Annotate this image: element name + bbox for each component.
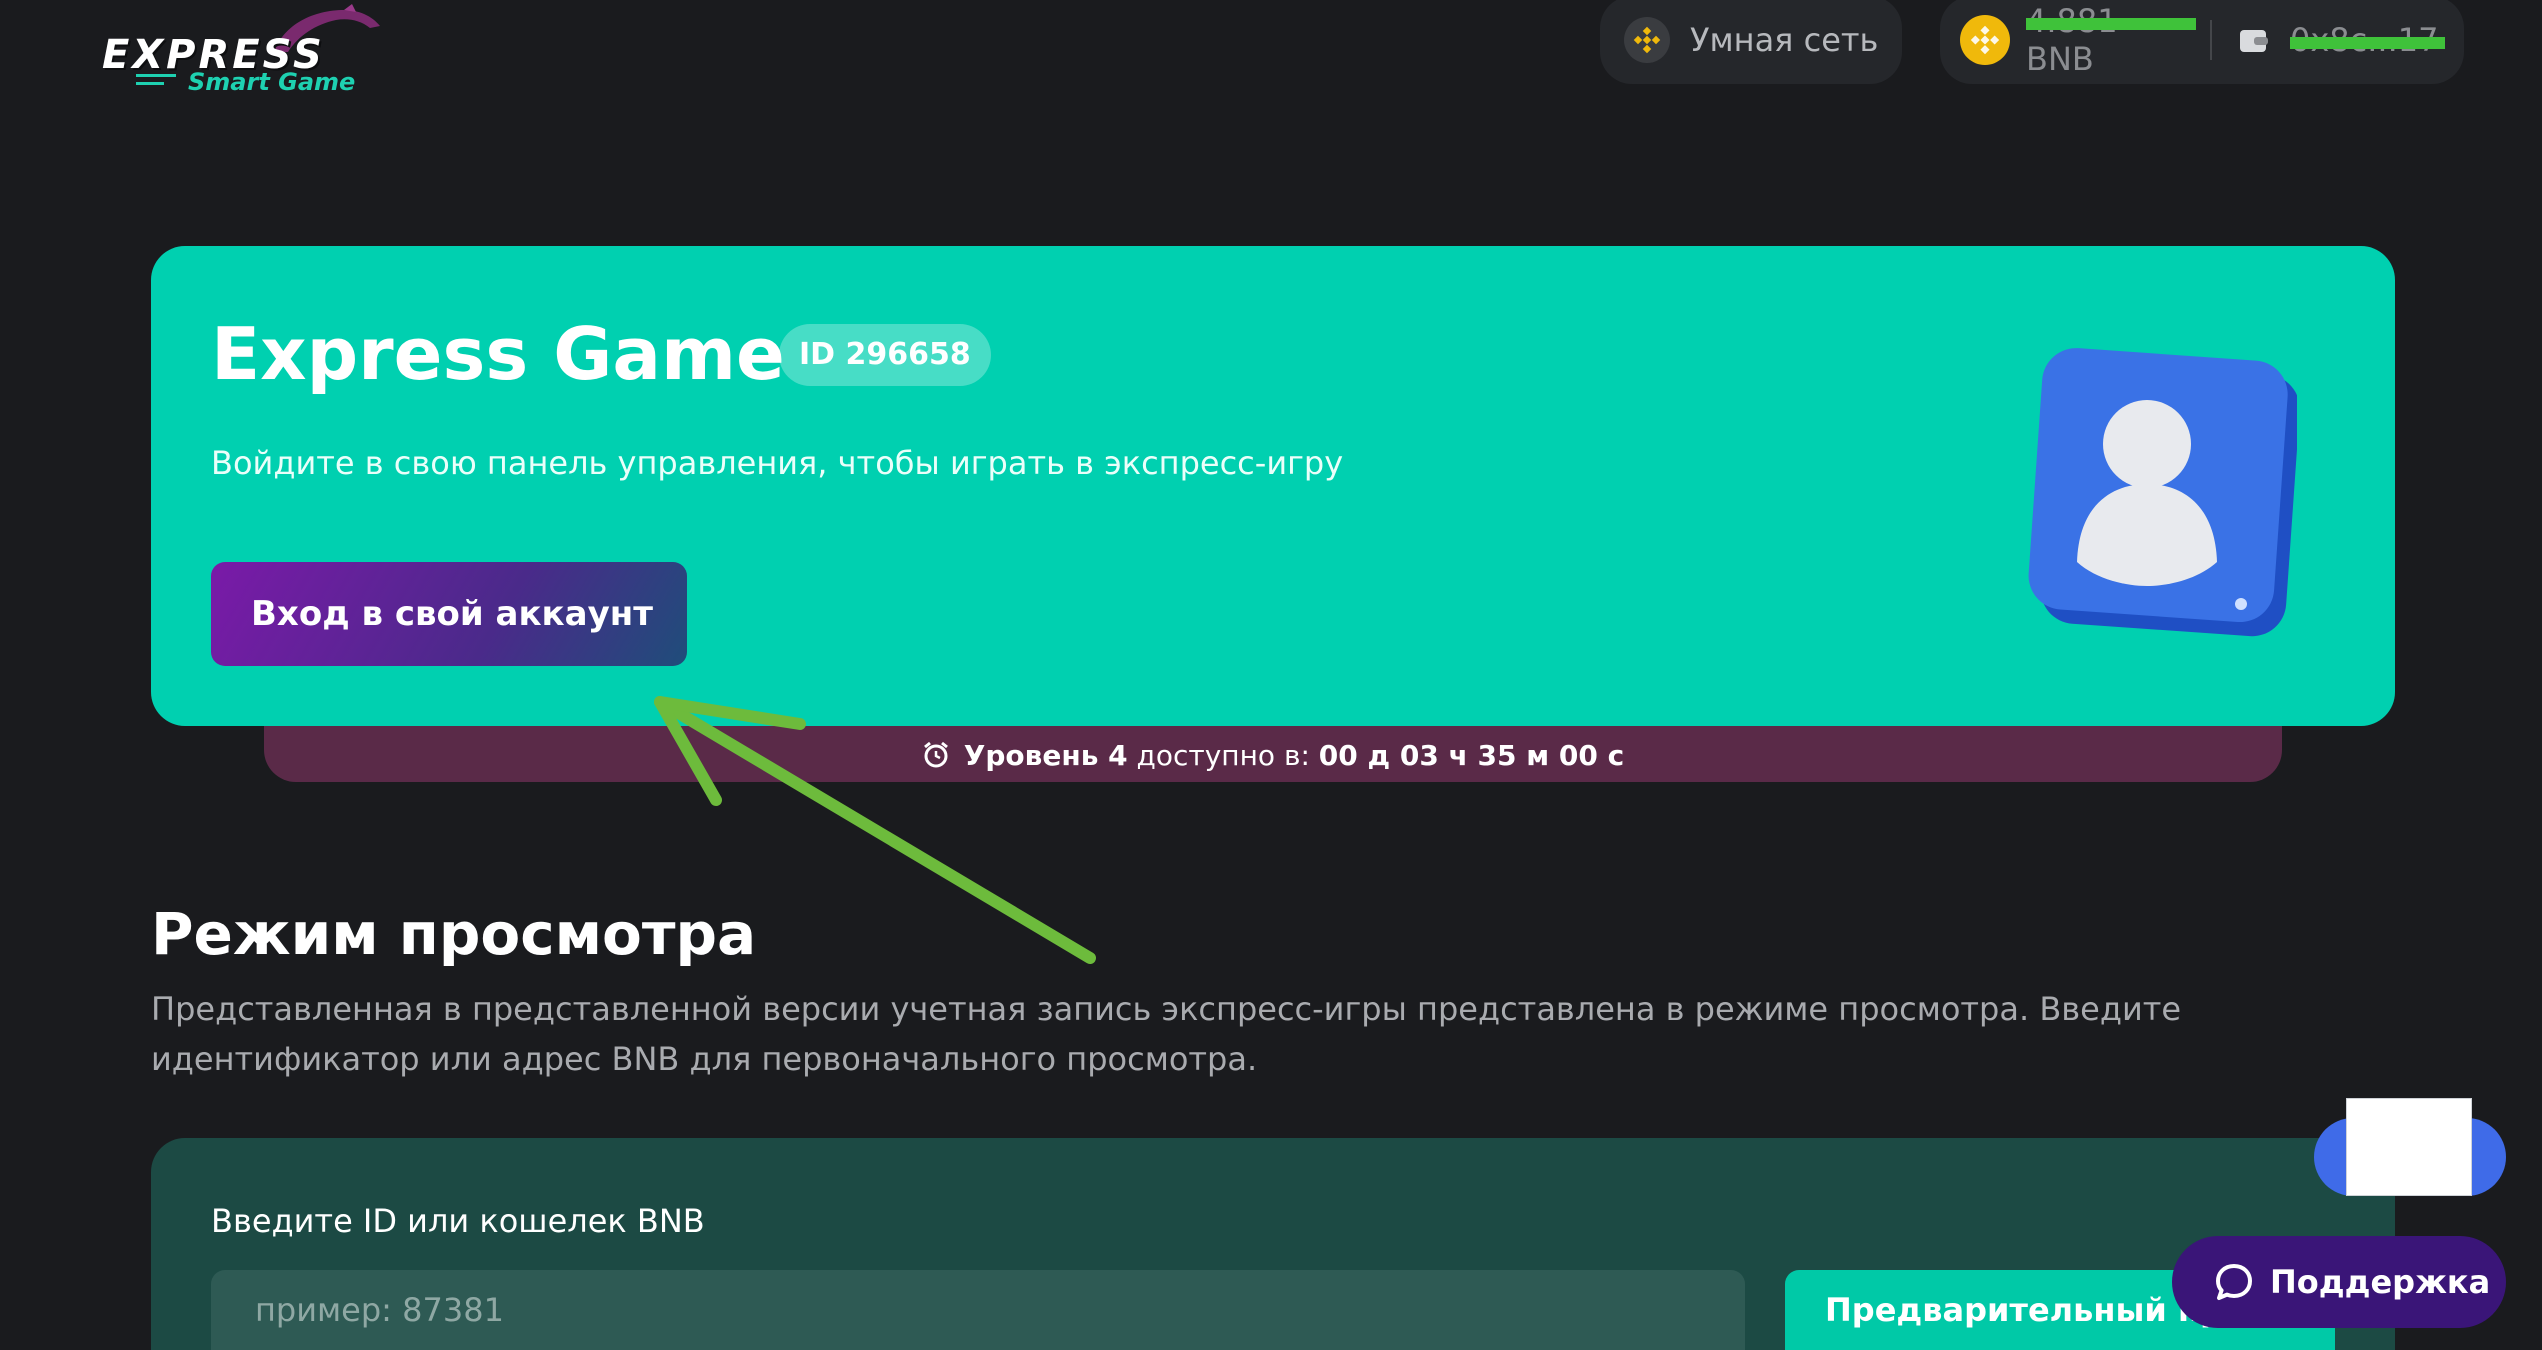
network-selector[interactable]: Умная сеть — [1600, 0, 1902, 84]
support-label: Поддержка — [2270, 1263, 2491, 1301]
hero-subtitle: Войдите в свою панель управления, чтобы … — [211, 444, 1344, 482]
chat-bubble-icon — [2216, 1264, 2252, 1300]
countdown-timer: 00 д 03 ч 35 м 00 с — [1318, 738, 1625, 772]
logo-subtitle: Smart Game — [188, 68, 356, 96]
id-badge: ID 296658 — [779, 324, 991, 386]
view-mode-card: Введите ID или кошелек BNB Предварительн… — [151, 1138, 2395, 1350]
floating-widget-panel[interactable] — [2346, 1098, 2472, 1196]
wallet-address: 0x8c...17 — [2290, 21, 2445, 59]
view-input-label: Введите ID или кошелек BNB — [211, 1202, 705, 1240]
login-button[interactable]: Вход в свой аккаунт — [211, 562, 687, 666]
wallet-balance-text: 4.881 BNB — [2026, 2, 2118, 78]
redaction-mark — [2290, 37, 2445, 49]
logo-lines — [136, 74, 176, 90]
support-button[interactable]: Поддержка — [2172, 1236, 2506, 1328]
level-countdown: Уровень 4 доступно в: 00 д 03 ч 35 м 00 … — [264, 730, 2282, 780]
bnb-icon — [1624, 17, 1670, 63]
network-label: Умная сеть — [1690, 21, 1879, 59]
logo[interactable]: EXPRESS Smart Game — [96, 4, 396, 96]
view-mode-description: Представленная в представленной версии у… — [151, 990, 2182, 1078]
view-mode-title: Режим просмотра — [151, 900, 757, 968]
id-or-wallet-input[interactable] — [211, 1270, 1745, 1350]
hero-title: Express Game — [211, 312, 785, 396]
available-text: доступно в: — [1136, 738, 1310, 772]
wallet-icon — [2240, 30, 2268, 52]
bnb-icon — [1960, 15, 2010, 65]
redaction-mark — [2026, 18, 2196, 30]
wallet-balance: 4.881 BNB — [2026, 2, 2196, 78]
wallet-pill[interactable]: 4.881 BNB 0x8c...17 — [1940, 0, 2464, 84]
hero-card: Express Game ID 296658 Войдите в свою па… — [151, 246, 2395, 726]
divider — [2210, 20, 2212, 60]
user-avatar-icon — [2028, 348, 2297, 637]
